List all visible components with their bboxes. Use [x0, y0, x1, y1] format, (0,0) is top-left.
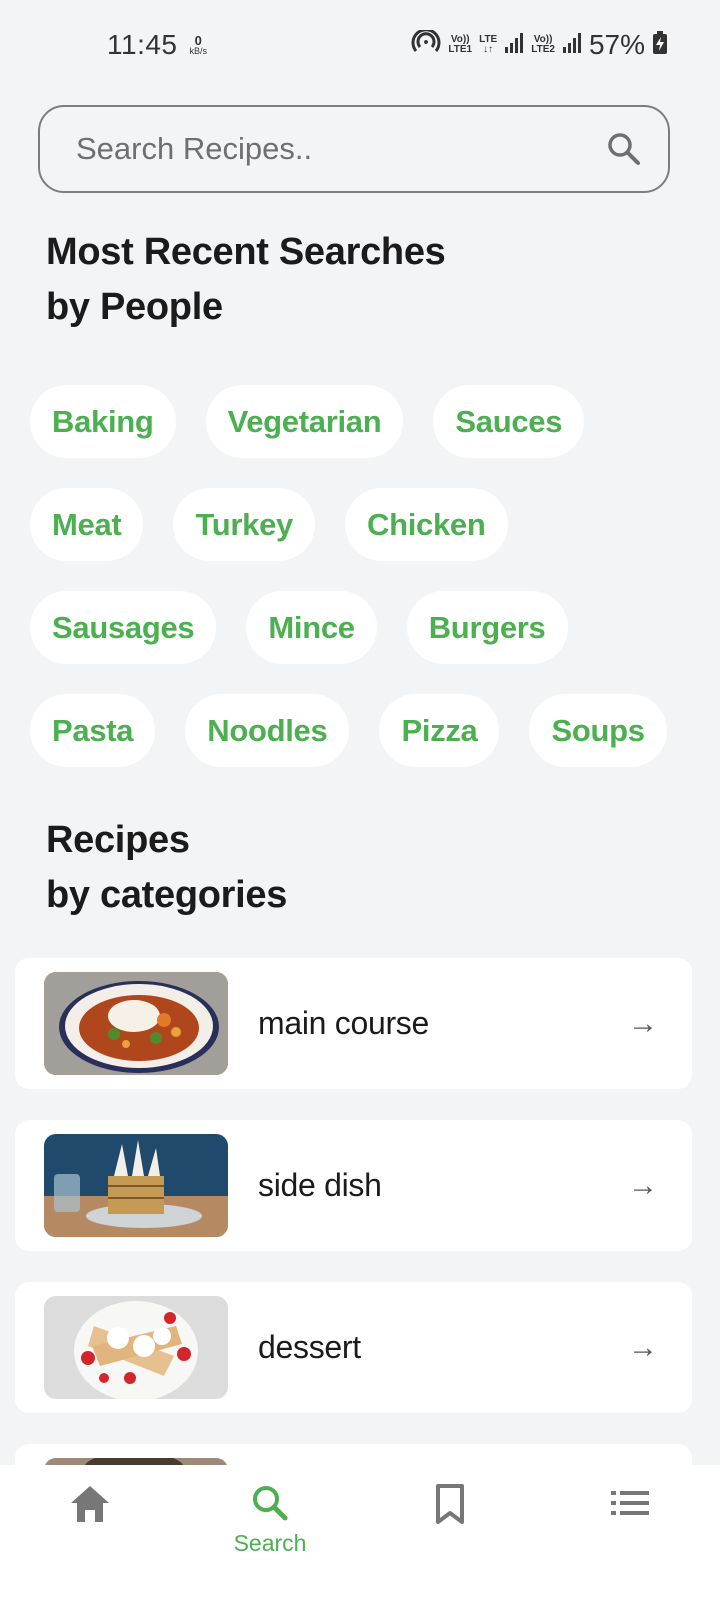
- category-label: dessert: [258, 1329, 361, 1365]
- categories-title-line1: Recipes: [46, 819, 190, 861]
- categories-title: Recipes by categories: [46, 813, 287, 923]
- category-card-main-course[interactable]: main course →: [15, 958, 692, 1089]
- search-icon[interactable]: [604, 129, 644, 169]
- chip-sauces[interactable]: Sauces: [433, 385, 585, 458]
- chip-turkey[interactable]: Turkey: [173, 488, 315, 561]
- battery-charging-icon: [652, 30, 668, 60]
- dessert-image: [44, 1296, 228, 1399]
- net-speed: 0 kB/s: [190, 34, 208, 56]
- recent-searches-title-line2: by People: [46, 286, 223, 328]
- category-label: side dish: [258, 1167, 382, 1203]
- chip-mince[interactable]: Mince: [246, 591, 377, 664]
- search-input[interactable]: [76, 131, 604, 167]
- search-icon: [250, 1483, 290, 1528]
- side-dish-image: [44, 1134, 228, 1237]
- status-left: 11:45 0 kB/s: [107, 29, 207, 61]
- data-arrows-icon: ↓↑: [483, 44, 494, 55]
- sim2-lte: LTE2: [531, 44, 555, 55]
- category-card-side-dish[interactable]: side dish →: [15, 1120, 692, 1251]
- status-bar: 11:45 0 kB/s Vo)) LTE1 LTE ↓↑ Vo)) LTE2 …: [0, 0, 720, 90]
- signal-icon: [504, 32, 524, 59]
- battery-percentage: 57%: [588, 29, 645, 60]
- chip-pasta[interactable]: Pasta: [30, 694, 156, 767]
- category-card-dessert[interactable]: dessert →: [15, 1282, 692, 1413]
- main-course-image: [44, 972, 228, 1075]
- nav-search-label: Search: [233, 1530, 307, 1556]
- sim2-indicator: Vo)) LTE2: [531, 35, 555, 55]
- arrow-right-icon[interactable]: →: [628, 1169, 658, 1203]
- category-label: main course: [258, 1005, 429, 1041]
- chip-vegetarian[interactable]: Vegetarian: [205, 385, 404, 458]
- list-icon: [609, 1483, 651, 1528]
- signal-icon: [562, 32, 582, 59]
- sim1-lte: LTE1: [448, 44, 473, 55]
- bookmark-icon: [433, 1483, 467, 1530]
- search-box[interactable]: [38, 105, 670, 193]
- nav-search[interactable]: Search: [180, 1465, 360, 1600]
- chip-pizza[interactable]: Pizza: [379, 694, 500, 767]
- sim1-indicator: Vo)) LTE1: [448, 35, 472, 55]
- arrow-right-icon[interactable]: →: [628, 1007, 658, 1041]
- chip-meat[interactable]: Meat: [30, 488, 144, 561]
- bottom-navigation: Search: [0, 1465, 720, 1600]
- chip-baking[interactable]: Baking: [30, 385, 176, 458]
- categories-title-line2: by categories: [46, 874, 288, 916]
- nav-bookmarks[interactable]: [360, 1465, 540, 1600]
- chip-noodles[interactable]: Noodles: [185, 694, 350, 767]
- clock: 11:45: [107, 29, 178, 60]
- chip-sausages[interactable]: Sausages: [30, 591, 217, 664]
- recent-searches-title-line1: Most Recent Searches: [46, 231, 446, 273]
- nav-home[interactable]: [0, 1465, 180, 1600]
- home-icon: [68, 1483, 112, 1530]
- chip-soups[interactable]: Soups: [529, 694, 667, 767]
- arrow-right-icon[interactable]: →: [628, 1331, 658, 1365]
- nav-list[interactable]: [540, 1465, 720, 1600]
- status-right: Vo)) LTE1 LTE ↓↑ Vo)) LTE2 57%: [411, 27, 668, 61]
- recent-searches-title: Most Recent Searches by People: [46, 225, 446, 335]
- hotspot-icon: [411, 27, 441, 61]
- net-speed-unit: kB/s: [189, 46, 208, 56]
- recent-search-chips: Baking Vegetarian Sauces Meat Turkey Chi…: [30, 385, 700, 767]
- chip-chicken[interactable]: Chicken: [345, 488, 508, 561]
- chip-burgers[interactable]: Burgers: [406, 591, 568, 664]
- lte-indicator: LTE ↓↑: [479, 35, 497, 55]
